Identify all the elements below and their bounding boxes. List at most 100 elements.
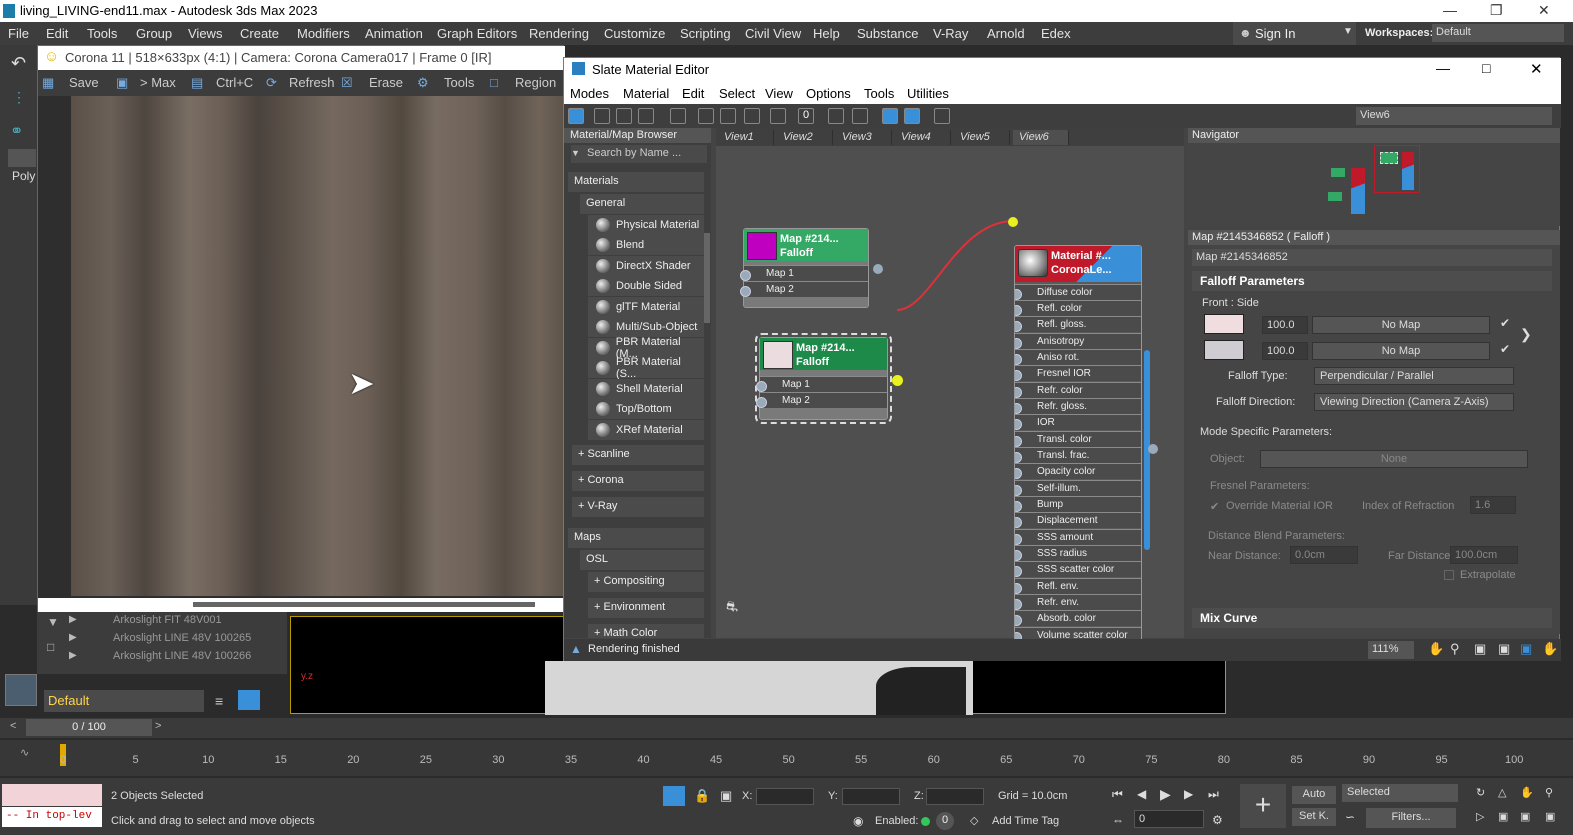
sme-menu-material[interactable]: Material	[623, 86, 669, 101]
maxscript-mini-listener[interactable]	[2, 784, 102, 806]
goto-start-icon[interactable]: ⏮	[1112, 787, 1123, 802]
pan-view-icon[interactable]: ✋	[1520, 786, 1534, 799]
select-by-material-icon[interactable]	[934, 108, 950, 124]
max-icon[interactable]: ▣	[116, 75, 128, 91]
node-slot[interactable]: Fresnel IOR	[1015, 365, 1141, 381]
zoom-view-icon[interactable]: ⚲	[1545, 786, 1553, 799]
material-id-icon[interactable]: 0	[798, 108, 814, 124]
region-icon[interactable]: □	[490, 75, 498, 90]
pan-icon[interactable]: ✋	[1428, 641, 1444, 657]
folder-icon[interactable]: □	[47, 640, 54, 654]
hand-icon[interactable]: ✋	[1542, 641, 1558, 657]
node-slot[interactable]: SSS radius	[1015, 545, 1141, 561]
falloff-direction-dropdown[interactable]: Viewing Direction (Camera Z-Axis)	[1314, 393, 1514, 411]
materials-group[interactable]: Materials	[568, 172, 704, 192]
sme-menu-edit[interactable]: Edit	[682, 86, 704, 101]
vray-group[interactable]: + V-Ray	[572, 497, 704, 517]
add-time-tag-button[interactable]: Add Time Tag	[992, 815, 1059, 827]
input-socket-active[interactable]	[1008, 217, 1018, 227]
falloff-type-dropdown[interactable]: Perpendicular / Parallel	[1314, 367, 1514, 385]
node-slot[interactable]: Transl. frac.	[1015, 447, 1141, 463]
to-max-button[interactable]: > Max	[140, 75, 176, 90]
node-slot[interactable]: Bump	[1015, 496, 1141, 512]
filters-button[interactable]: Filters...	[1366, 808, 1456, 828]
menu-rendering[interactable]: Rendering	[529, 26, 589, 41]
lock-icon[interactable]: 🔒	[694, 788, 710, 804]
z-coord-field[interactable]	[926, 788, 984, 805]
menu-create[interactable]: Create	[240, 26, 279, 41]
sme-menu-view[interactable]: View	[765, 86, 793, 101]
erase-button[interactable]: Erase	[369, 75, 403, 90]
node-slot[interactable]: Transl. color	[1015, 431, 1141, 447]
front-color-swatch[interactable]	[1204, 314, 1244, 334]
pick-material-icon[interactable]	[594, 108, 610, 124]
curve-icon[interactable]: ∿	[20, 746, 29, 759]
node-slot[interactable]: Aniso rot.	[1015, 349, 1141, 365]
corona-group[interactable]: + Corona	[572, 471, 704, 491]
front-amount-spinner[interactable]: 100.0	[1262, 316, 1308, 334]
isolate-icon[interactable]	[663, 786, 685, 806]
node-slot[interactable]: Self-illum.	[1015, 480, 1141, 496]
swap-arrow-icon[interactable]: ❯	[1520, 326, 1532, 343]
minimize-icon[interactable]: —	[1436, 60, 1450, 76]
menu-graph-editors[interactable]: Graph Editors	[437, 26, 517, 41]
prev-key-icon[interactable]: ◀	[1137, 787, 1146, 801]
menu-vray[interactable]: V-Ray	[933, 26, 968, 41]
delete-icon[interactable]	[670, 108, 686, 124]
zoom-icon[interactable]: ⚲	[1450, 641, 1460, 657]
node-slot[interactable]: Refr. env.	[1015, 594, 1141, 610]
falloff-params-rollout[interactable]: Falloff Parameters	[1192, 271, 1552, 291]
browser-item[interactable]: glTF Material	[588, 297, 704, 317]
move-children-icon[interactable]	[698, 108, 714, 124]
minimize-icon[interactable]: —	[1443, 2, 1457, 18]
prev-frame-icon[interactable]: <	[10, 720, 16, 732]
node-slot[interactable]: Refl. gloss.	[1015, 316, 1141, 332]
expand-icon[interactable]: ▶	[69, 632, 77, 643]
scanline-group[interactable]: + Scanline	[572, 445, 704, 465]
chevron-down-icon[interactable]: ▼	[571, 148, 580, 158]
node-slot[interactable]: Map 2	[740, 281, 868, 297]
node-slot[interactable]: Map 2	[756, 392, 887, 408]
select-tool-icon[interactable]	[568, 108, 584, 124]
sign-in-button[interactable]: ☻ Sign In ▼	[1233, 22, 1356, 45]
save-button[interactable]: Save	[69, 75, 99, 90]
undo-icon[interactable]: ↶	[11, 53, 26, 74]
map-name-field[interactable]: Map #2145346852	[1192, 249, 1552, 266]
browser-item[interactable]: XRef Material	[588, 420, 704, 440]
far-distance-spinner[interactable]: 100.0cm	[1450, 546, 1518, 564]
sme-menu-tools[interactable]: Tools	[864, 86, 894, 101]
save-icon[interactable]: ▦	[42, 75, 54, 91]
sme-menu-utilities[interactable]: Utilities	[907, 86, 949, 101]
menu-views[interactable]: Views	[188, 26, 222, 41]
node-slot[interactable]: Refl. env.	[1015, 578, 1141, 594]
sme-menu-modes[interactable]: Modes	[570, 86, 609, 101]
workspace-dropdown[interactable]: Default	[1432, 24, 1564, 42]
menu-customize[interactable]: Customize	[604, 26, 665, 41]
node-graph-view[interactable]: View1 View2 View3 View4 View5 View6 Map …	[716, 128, 1184, 651]
add-key-icon[interactable]: +	[1240, 784, 1286, 828]
orbit-icon[interactable]: ↻	[1476, 786, 1485, 799]
maps-group[interactable]: Maps	[568, 528, 704, 548]
poly-tab[interactable]: Poly	[12, 169, 35, 183]
zoom-all-icon[interactable]: ▣	[1545, 810, 1555, 823]
side-color-swatch[interactable]	[1204, 340, 1244, 360]
menu-civil-view[interactable]: Civil View	[745, 26, 801, 41]
menu-arnold[interactable]: Arnold	[987, 26, 1025, 41]
sme-menu-options[interactable]: Options	[806, 86, 851, 101]
check-icon[interactable]: ✔	[1500, 342, 1510, 356]
current-frame-field[interactable]: 0	[1134, 810, 1204, 828]
front-map-button[interactable]: No Map	[1312, 316, 1490, 334]
close-icon[interactable]: ✕	[1538, 2, 1550, 19]
adaptive-icon[interactable]: ◉	[853, 814, 863, 828]
browser-item[interactable]: PBR Material (S...	[588, 356, 704, 380]
fov-icon[interactable]: ▷	[1476, 810, 1484, 823]
node-slot[interactable]: Refr. gloss.	[1015, 398, 1141, 414]
browser-item[interactable]: Top/Bottom	[588, 399, 704, 419]
browser-item[interactable]: Physical Material	[588, 215, 704, 235]
menu-file[interactable]: File	[8, 26, 29, 41]
ribbon-tab[interactable]	[8, 149, 36, 167]
node-slot[interactable]: Anisotropy	[1015, 333, 1141, 349]
maximize-view-icon[interactable]: ▣	[1498, 810, 1508, 823]
mix-curve-rollout[interactable]: Mix Curve	[1192, 608, 1552, 628]
layout-all-icon[interactable]	[828, 108, 844, 124]
